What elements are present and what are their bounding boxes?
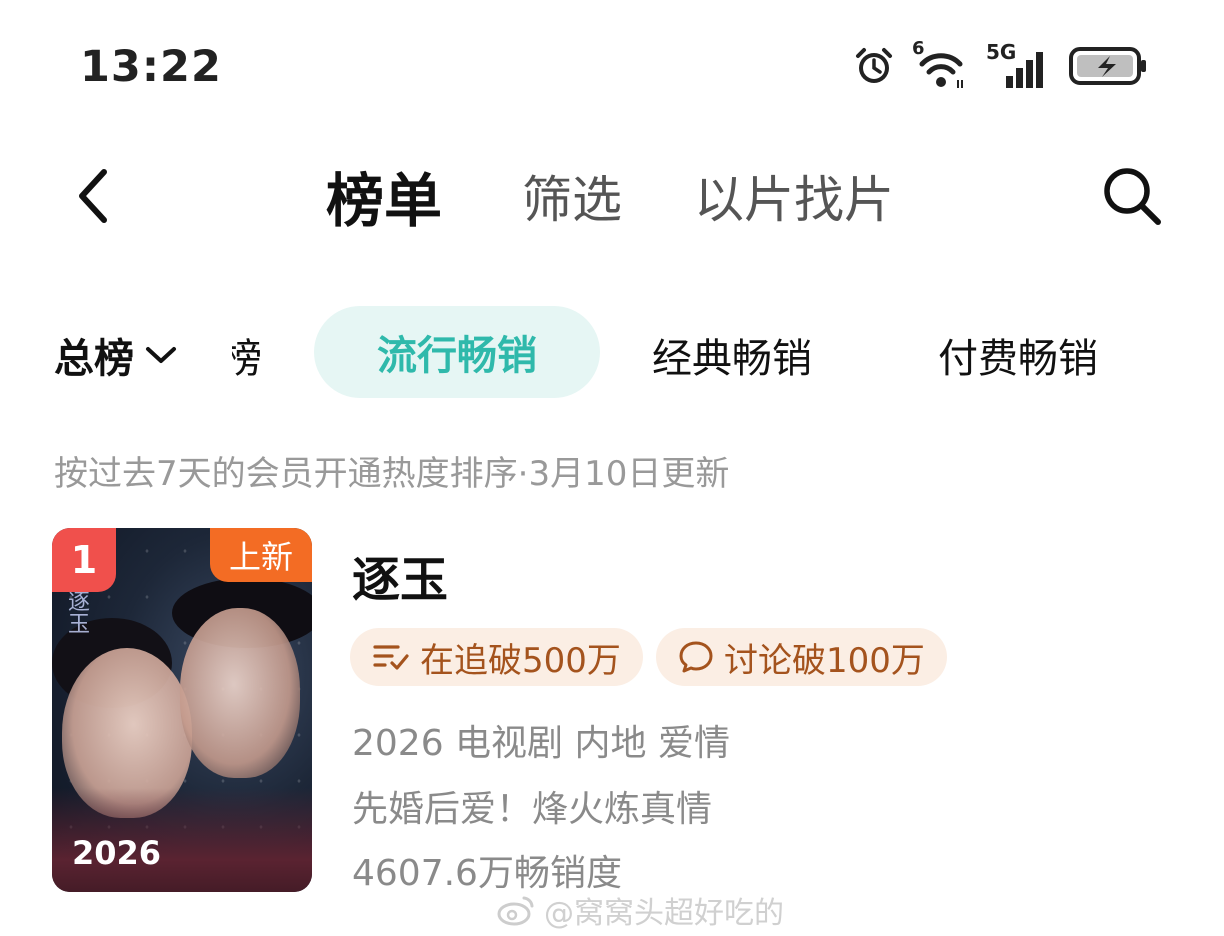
tab-filter[interactable]: 筛选 xyxy=(522,160,622,232)
tab-find-by-clip[interactable]: 以片找片 xyxy=(694,160,894,232)
category-tab-paid-sales[interactable]: 付费畅销 xyxy=(938,326,1098,384)
show-title[interactable]: 逐玉 xyxy=(352,540,448,610)
poster-year: 2026 xyxy=(72,834,162,872)
weibo-logo-icon xyxy=(497,896,534,926)
status-icons: 6 5G xyxy=(852,38,1148,92)
tag-discussion: 讨论破100万 xyxy=(656,628,947,686)
search-button[interactable] xyxy=(1100,164,1164,228)
watermark-text: @窝窝头超好吃的 xyxy=(544,896,784,931)
tag-following: 在追破500万 xyxy=(350,628,643,686)
chevron-left-icon xyxy=(79,169,107,223)
signal-label: 5G xyxy=(986,40,1017,64)
rank-badge: 1 xyxy=(52,528,116,592)
alarm-icon xyxy=(852,44,896,92)
search-icon xyxy=(1104,168,1161,225)
ranking-type-dropdown[interactable]: 总榜 xyxy=(54,326,178,384)
category-tab-classic-sales[interactable]: 经典畅销 xyxy=(652,326,812,384)
chevron-down-icon xyxy=(146,347,176,363)
show-tagline: 先婚后爱！烽火炼真情 xyxy=(352,789,713,830)
back-button[interactable] xyxy=(64,166,120,226)
wifi-icon: 6 xyxy=(912,38,970,90)
category-tab-trending-sales[interactable]: 流行畅销 xyxy=(314,306,600,398)
new-badge: 上新 xyxy=(210,528,312,582)
comment-icon xyxy=(679,641,713,673)
tab-ranking[interactable]: 榜单 xyxy=(326,154,442,238)
battery-charging-icon xyxy=(1068,44,1148,92)
watermark: @窝窝头超好吃的 xyxy=(496,888,784,932)
category-tab-clipped[interactable]: 榜 xyxy=(232,326,262,384)
tag-following-label: 在追破500万 xyxy=(420,640,621,681)
ranking-type-label: 总榜 xyxy=(54,336,134,382)
signal-icon: 5G xyxy=(986,40,1052,90)
ranking-note: 按过去7天的会员开通热度排序·3月10日更新 xyxy=(54,454,730,494)
status-time: 13:22 xyxy=(80,42,222,92)
tag-discussion-label: 讨论破100万 xyxy=(724,640,925,681)
poster-calligraphy: 逐玉 xyxy=(64,590,89,634)
wifi-label: 6 xyxy=(912,38,925,59)
follow-list-icon xyxy=(373,645,409,670)
show-info: 2026 电视剧 内地 爱情 xyxy=(352,723,730,764)
